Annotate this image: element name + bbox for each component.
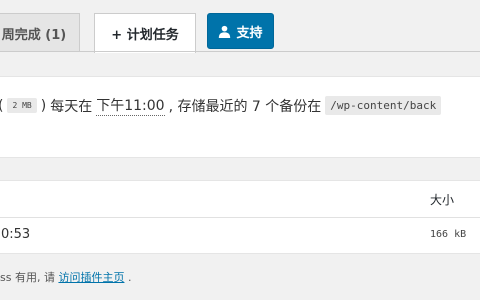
header-divider bbox=[0, 217, 480, 218]
tab-schedule[interactable]: + 计划任务 bbox=[94, 13, 196, 53]
schedule-paren-close: ) bbox=[40, 97, 47, 114]
footer-suffix: . bbox=[127, 271, 132, 284]
support-button[interactable]: 支持 bbox=[207, 13, 274, 49]
backup-path-code: /wp-content/back bbox=[325, 96, 442, 115]
support-button-label: 支持 bbox=[236, 25, 263, 41]
plugin-homepage-link[interactable]: 访问插件主页 bbox=[58, 271, 124, 284]
backup-size-code: 2 MB bbox=[7, 98, 37, 113]
backup-time-cell: 0:53 bbox=[1, 227, 31, 242]
tab-completed-label: 周完成 (1) bbox=[1, 27, 67, 43]
tab-divider bbox=[0, 51, 480, 52]
tab-bar: 周完成 (1) + 计划任务 支持 bbox=[0, 0, 480, 53]
footer-text: ss 有用, 请 bbox=[0, 271, 55, 284]
user-icon bbox=[219, 25, 231, 38]
column-header-size: 大小 bbox=[430, 193, 455, 207]
tab-completed[interactable]: 周完成 (1) bbox=[0, 13, 80, 52]
footer-note: ss 有用, 请 访问插件主页 . bbox=[0, 269, 131, 285]
backups-table: 大小 0:53 166 kB bbox=[0, 180, 480, 254]
tab-schedule-label: + 计划任务 bbox=[111, 28, 179, 43]
backup-size-cell: 166 kB bbox=[430, 229, 467, 240]
schedule-paren-open: ( bbox=[0, 98, 3, 114]
schedule-every-text: 每天在 bbox=[50, 98, 93, 115]
schedule-panel bbox=[0, 76, 480, 158]
schedule-description: ( 2 MB ) 每天在 下午11:00 , 存储最近的 7 个备份在 /wp-… bbox=[0, 95, 442, 116]
schedule-keep-text: , 存储最近的 7 个备份在 bbox=[168, 98, 322, 115]
schedule-time: 下午11:00 bbox=[96, 95, 165, 116]
